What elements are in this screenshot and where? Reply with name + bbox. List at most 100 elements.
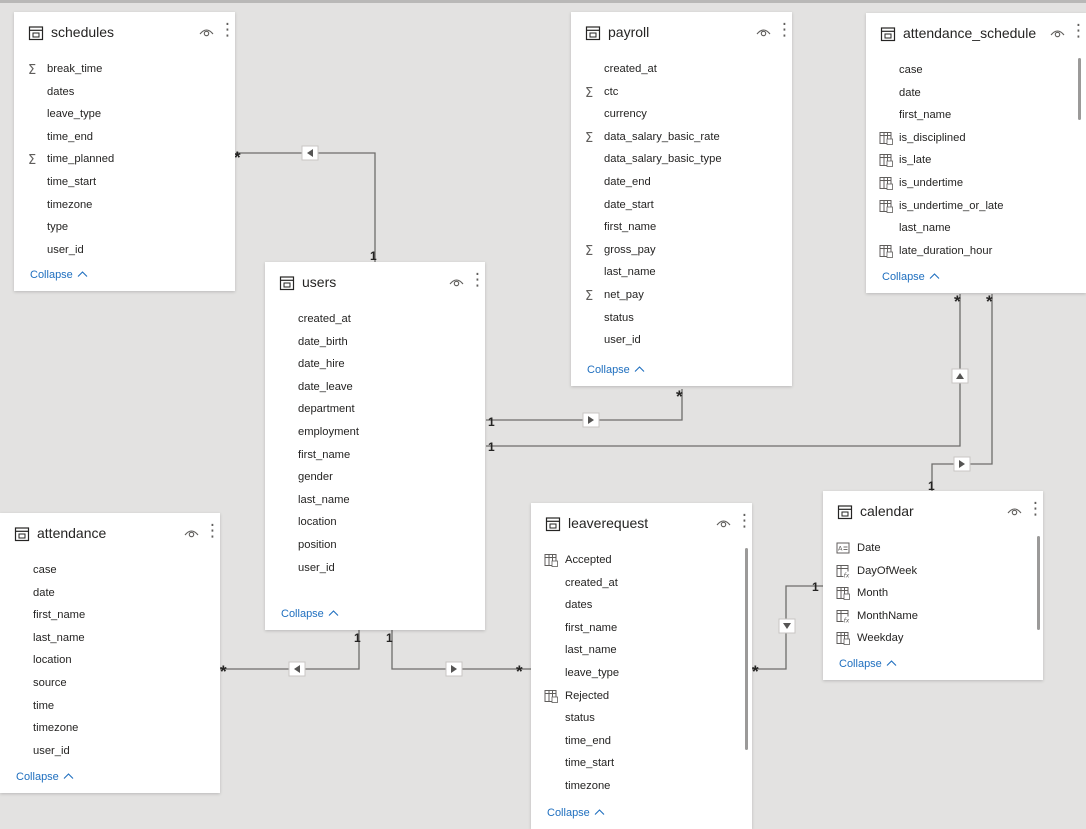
field-row[interactable]: currency	[571, 104, 792, 127]
field-row[interactable]: case	[866, 60, 1086, 83]
more-options-icon[interactable]: ⋮	[219, 20, 235, 40]
eye-icon[interactable]	[1007, 504, 1022, 522]
scrollbar[interactable]	[1078, 58, 1081, 120]
eye-icon[interactable]	[449, 275, 464, 293]
field-row[interactable]: department	[265, 399, 485, 422]
eye-icon[interactable]	[1050, 26, 1065, 44]
collapse-link[interactable]: Collapse	[882, 271, 940, 283]
field-row[interactable]: is_late	[866, 150, 1086, 173]
field-row[interactable]: Weekday	[823, 628, 1043, 651]
field-row[interactable]: gender	[265, 467, 485, 490]
field-row[interactable]: status	[531, 708, 752, 731]
field-row[interactable]: date_end	[571, 172, 792, 195]
field-row[interactable]: last_name	[571, 262, 792, 285]
field-row[interactable]: user_id	[571, 330, 792, 353]
more-options-icon[interactable]: ⋮	[776, 20, 792, 40]
field-row[interactable]: date_hire	[265, 354, 485, 377]
field-row[interactable]: location	[0, 650, 220, 673]
field-row[interactable]: leave_type	[531, 663, 752, 686]
field-row[interactable]: employment	[265, 422, 485, 445]
field-row[interactable]: time_start	[531, 753, 752, 776]
scrollbar[interactable]	[745, 548, 748, 750]
eye-icon[interactable]	[716, 516, 731, 534]
field-row[interactable]: source	[0, 673, 220, 696]
field-row[interactable]: Σgross_pay	[571, 240, 792, 263]
eye-icon[interactable]	[199, 25, 214, 43]
field-row[interactable]: timezone	[0, 718, 220, 741]
field-row[interactable]: first_name	[571, 217, 792, 240]
field-row[interactable]: Σnet_pay	[571, 285, 792, 308]
field-row[interactable]: is_undertime_or_late	[866, 196, 1086, 219]
field-row[interactable]: Σtime_planned	[14, 149, 235, 172]
collapse-link[interactable]: Collapse	[281, 608, 339, 620]
field-row[interactable]: Σctc	[571, 82, 792, 105]
field-row[interactable]: status	[571, 308, 792, 331]
more-options-icon[interactable]: ⋮	[1027, 499, 1043, 519]
collapse-link[interactable]: Collapse	[30, 269, 88, 281]
more-options-icon[interactable]: ⋮	[736, 511, 752, 531]
field-row[interactable]: late_duration_hour	[866, 241, 1086, 264]
collapse-link[interactable]: Collapse	[587, 364, 645, 376]
table-card-attendance-schedule[interactable]: attendance_schedule ⋮ case date first_name is…	[866, 13, 1086, 293]
field-row[interactable]: first_name	[265, 445, 485, 468]
field-row[interactable]: fx DayOfWeek	[823, 561, 1043, 584]
field-row[interactable]: last_name	[866, 218, 1086, 241]
field-row[interactable]: time_end	[531, 731, 752, 754]
eye-icon[interactable]	[756, 25, 771, 43]
field-row[interactable]: created_at	[531, 573, 752, 596]
field-row[interactable]: created_at	[265, 309, 485, 332]
field-row[interactable]: first_name	[531, 618, 752, 641]
field-row[interactable]: position	[265, 535, 485, 558]
field-row[interactable]: Accepted	[531, 550, 752, 573]
field-row[interactable]: user_id	[0, 741, 220, 764]
field-row[interactable]: leave_type	[14, 104, 235, 127]
field-row[interactable]: date	[866, 83, 1086, 106]
field-row[interactable]: A Date	[823, 538, 1043, 561]
field-row[interactable]: data_salary_basic_type	[571, 149, 792, 172]
field-row[interactable]: created_at	[571, 59, 792, 82]
field-row[interactable]: last_name	[265, 490, 485, 513]
field-row[interactable]: fx MonthName	[823, 606, 1043, 629]
scrollbar[interactable]	[1037, 536, 1040, 630]
field-row[interactable]: Month	[823, 583, 1043, 606]
collapse-link[interactable]: Collapse	[16, 771, 74, 783]
field-row[interactable]: date_birth	[265, 332, 485, 355]
field-row[interactable]: timezone	[14, 195, 235, 218]
collapse-link[interactable]: Collapse	[547, 807, 605, 819]
field-name: data_salary_basic_rate	[604, 130, 720, 143]
field-row[interactable]: first_name	[0, 605, 220, 628]
field-row[interactable]: time_end	[14, 127, 235, 150]
field-row[interactable]: location	[265, 512, 485, 535]
table-card-users[interactable]: users ⋮ created_at date_birth date_hire date_…	[265, 262, 485, 630]
table-card-payroll[interactable]: payroll ⋮ created_at Σctc currency Σdata_sala…	[571, 12, 792, 386]
field-row[interactable]: timezone	[531, 776, 752, 799]
table-card-leaverequest[interactable]: leaverequest ⋮ Accepted created_at dates firs…	[531, 503, 752, 829]
more-options-icon[interactable]: ⋮	[469, 270, 485, 290]
field-row[interactable]: first_name	[866, 105, 1086, 128]
field-row[interactable]: time_start	[14, 172, 235, 195]
field-row[interactable]: time	[0, 696, 220, 719]
field-row[interactable]: Rejected	[531, 686, 752, 709]
field-row[interactable]: Σbreak_time	[14, 59, 235, 82]
field-row[interactable]: dates	[531, 595, 752, 618]
field-row[interactable]: date_start	[571, 195, 792, 218]
field-row[interactable]: Σdata_salary_basic_rate	[571, 127, 792, 150]
more-options-icon[interactable]: ⋮	[204, 521, 220, 541]
field-row[interactable]: last_name	[531, 640, 752, 663]
field-row[interactable]: is_undertime	[866, 173, 1086, 196]
field-row[interactable]: is_disciplined	[866, 128, 1086, 151]
field-row[interactable]: last_name	[0, 628, 220, 651]
collapse-link[interactable]: Collapse	[839, 658, 897, 670]
field-row[interactable]: type	[14, 217, 235, 240]
field-row[interactable]: case	[0, 560, 220, 583]
field-row[interactable]: user_id	[14, 240, 235, 263]
table-card-calendar[interactable]: calendar ⋮ A Date fx DayOfWeek Month fx MonthNam…	[823, 491, 1043, 680]
table-card-attendance[interactable]: attendance ⋮ case date first_name last_name lo…	[0, 513, 220, 793]
field-row[interactable]: dates	[14, 82, 235, 105]
field-row[interactable]: date_leave	[265, 377, 485, 400]
field-row[interactable]: date	[0, 583, 220, 606]
more-options-icon[interactable]: ⋮	[1070, 21, 1086, 41]
eye-icon[interactable]	[184, 526, 199, 544]
table-card-schedules[interactable]: schedules ⋮ Σbreak_time dates leave_type time…	[14, 12, 235, 291]
field-row[interactable]: user_id	[265, 558, 485, 581]
